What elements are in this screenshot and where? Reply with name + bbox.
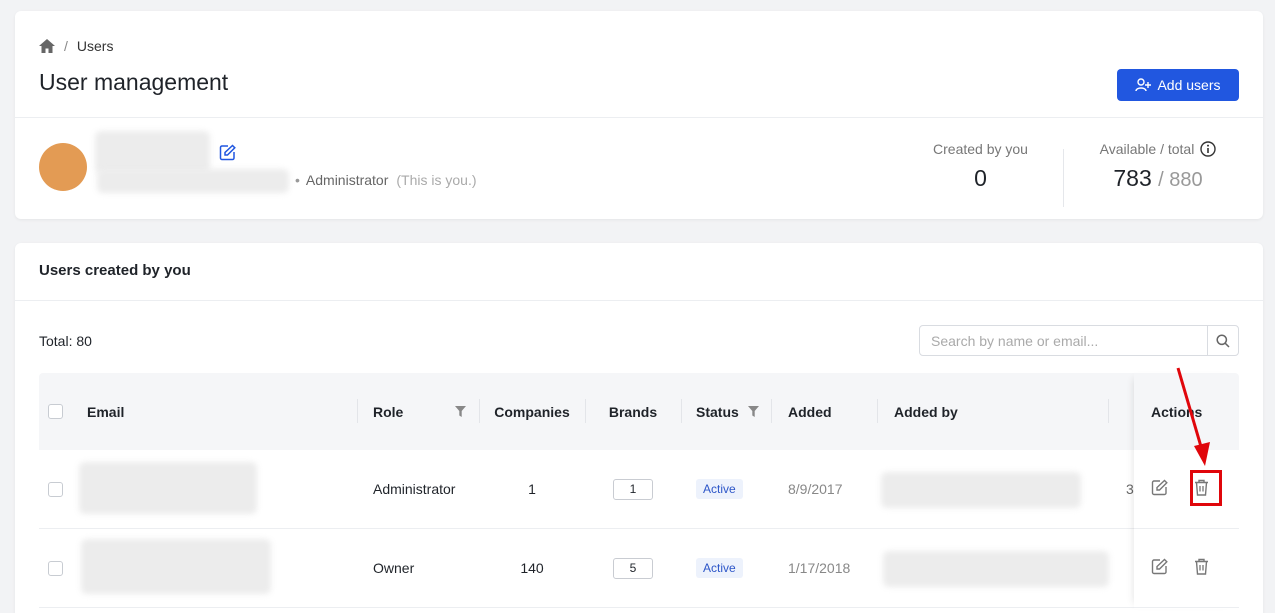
breadcrumb-current: Users bbox=[76, 38, 114, 54]
column-added[interactable]: Added bbox=[788, 373, 832, 450]
select-all-checkbox[interactable] bbox=[48, 404, 63, 419]
column-separator bbox=[1108, 399, 1109, 423]
status-filter-icon[interactable] bbox=[748, 373, 759, 450]
edit-icon bbox=[1151, 558, 1168, 575]
row-brands[interactable]: 5 bbox=[613, 557, 653, 579]
search-input[interactable] bbox=[920, 326, 1207, 355]
row-overflow-text: 3 bbox=[1126, 481, 1134, 497]
edit-profile-icon[interactable] bbox=[219, 144, 236, 166]
edit-icon bbox=[1151, 479, 1168, 496]
section-title: Users created by you bbox=[39, 262, 191, 279]
row-brands-cell: 5 bbox=[593, 529, 673, 607]
stat-created-value: 0 bbox=[974, 165, 987, 191]
stat-available-value-row: 783 / 880 bbox=[1093, 165, 1223, 192]
users-table: Email Role Companies Brands Status Added… bbox=[39, 373, 1239, 608]
profile-role-line: • Administrator (This is you.) bbox=[295, 172, 477, 188]
row-checkbox[interactable] bbox=[48, 481, 63, 497]
stat-available-value: 783 bbox=[1113, 165, 1152, 191]
added-by-redacted bbox=[883, 551, 1109, 587]
row-checkbox-cell bbox=[48, 529, 63, 607]
delete-user-button[interactable] bbox=[1194, 558, 1209, 575]
stat-available-label-row: Available / total bbox=[1093, 141, 1223, 157]
column-separator bbox=[771, 399, 772, 423]
divider bbox=[15, 117, 1263, 118]
added-by-redacted bbox=[881, 472, 1081, 508]
row-companies: 140 bbox=[520, 560, 544, 576]
row-added: 8/9/2017 bbox=[788, 481, 843, 497]
status-badge: Active bbox=[696, 558, 743, 578]
avatar bbox=[39, 143, 87, 191]
info-icon[interactable] bbox=[1200, 141, 1217, 157]
row-added: 1/17/2018 bbox=[788, 560, 851, 576]
header-checkbox-cell bbox=[48, 373, 63, 450]
table-row: Administrator 1 1 Active 8/9/2017 3 bbox=[39, 450, 1239, 529]
role-dot: • bbox=[295, 172, 300, 188]
profile-name-redacted bbox=[95, 131, 210, 173]
stat-divider bbox=[1063, 149, 1064, 207]
row-brands[interactable]: 1 bbox=[613, 478, 653, 500]
search-button[interactable] bbox=[1207, 326, 1238, 355]
column-separator bbox=[877, 399, 878, 423]
column-separator bbox=[681, 399, 682, 423]
column-added-by[interactable]: Added by bbox=[894, 373, 958, 450]
status-badge: Active bbox=[696, 479, 743, 499]
column-separator bbox=[357, 399, 358, 423]
search-box bbox=[919, 325, 1239, 356]
row-checkbox-cell bbox=[48, 450, 63, 528]
total-value: 80 bbox=[76, 333, 92, 349]
header-card: / Users User management Add users • Admi… bbox=[15, 11, 1263, 219]
total-label: Total: bbox=[39, 333, 73, 349]
table-row: Owner 140 5 Active 1/17/2018 bbox=[39, 529, 1239, 608]
profile-role: Administrator bbox=[305, 172, 389, 188]
email-redacted bbox=[81, 539, 271, 594]
highlight-box bbox=[1190, 470, 1222, 506]
row-role: Owner bbox=[373, 560, 415, 576]
breadcrumb-separator: / bbox=[64, 38, 68, 54]
trash-icon bbox=[1194, 558, 1209, 575]
row-status-cell: Active bbox=[696, 450, 743, 528]
profile-email-redacted bbox=[97, 169, 289, 193]
stat-total-value: / 880 bbox=[1158, 169, 1203, 191]
users-card: Users created by you Total: 80 Email Rol… bbox=[15, 243, 1263, 613]
annotation-arrow bbox=[1176, 367, 1210, 466]
column-email[interactable]: Email bbox=[87, 373, 124, 450]
home-icon[interactable] bbox=[39, 39, 55, 53]
stat-created: Created by you 0 bbox=[923, 141, 1038, 192]
search-icon bbox=[1216, 333, 1230, 348]
column-status[interactable]: Status bbox=[696, 373, 739, 450]
row-status-cell: Active bbox=[696, 529, 743, 607]
row-role: Administrator bbox=[373, 481, 456, 497]
column-separator bbox=[479, 399, 480, 423]
email-redacted bbox=[79, 462, 257, 514]
edit-user-button[interactable] bbox=[1151, 479, 1168, 496]
column-separator bbox=[585, 399, 586, 423]
total-count: Total: 80 bbox=[39, 333, 92, 349]
row-companies: 1 bbox=[528, 481, 536, 497]
row-checkbox[interactable] bbox=[48, 560, 63, 576]
column-role[interactable]: Role bbox=[373, 373, 403, 450]
stat-created-label: Created by you bbox=[933, 141, 1028, 157]
column-role-label: Role bbox=[373, 403, 404, 420]
page-title: User management bbox=[39, 69, 229, 95]
column-brands[interactable]: Brands bbox=[593, 373, 673, 450]
divider bbox=[15, 300, 1263, 301]
breadcrumb: / Users bbox=[39, 38, 113, 54]
column-status-label: Status bbox=[696, 403, 739, 420]
role-filter-icon[interactable] bbox=[455, 373, 466, 450]
column-companies[interactable]: Companies bbox=[487, 373, 577, 450]
edit-user-button[interactable] bbox=[1151, 558, 1168, 575]
row-brands-cell: 1 bbox=[593, 450, 673, 528]
add-users-button[interactable]: Add users bbox=[1117, 69, 1239, 101]
table-header: Email Role Companies Brands Status Added… bbox=[39, 373, 1239, 450]
stat-available-label: Available / total bbox=[1099, 141, 1195, 157]
profile-self-note: (This is you.) bbox=[396, 172, 477, 188]
stat-available: Available / total 783 / 880 bbox=[1093, 141, 1223, 192]
add-users-label: Add users bbox=[1157, 77, 1221, 93]
add-user-icon bbox=[1135, 78, 1152, 92]
